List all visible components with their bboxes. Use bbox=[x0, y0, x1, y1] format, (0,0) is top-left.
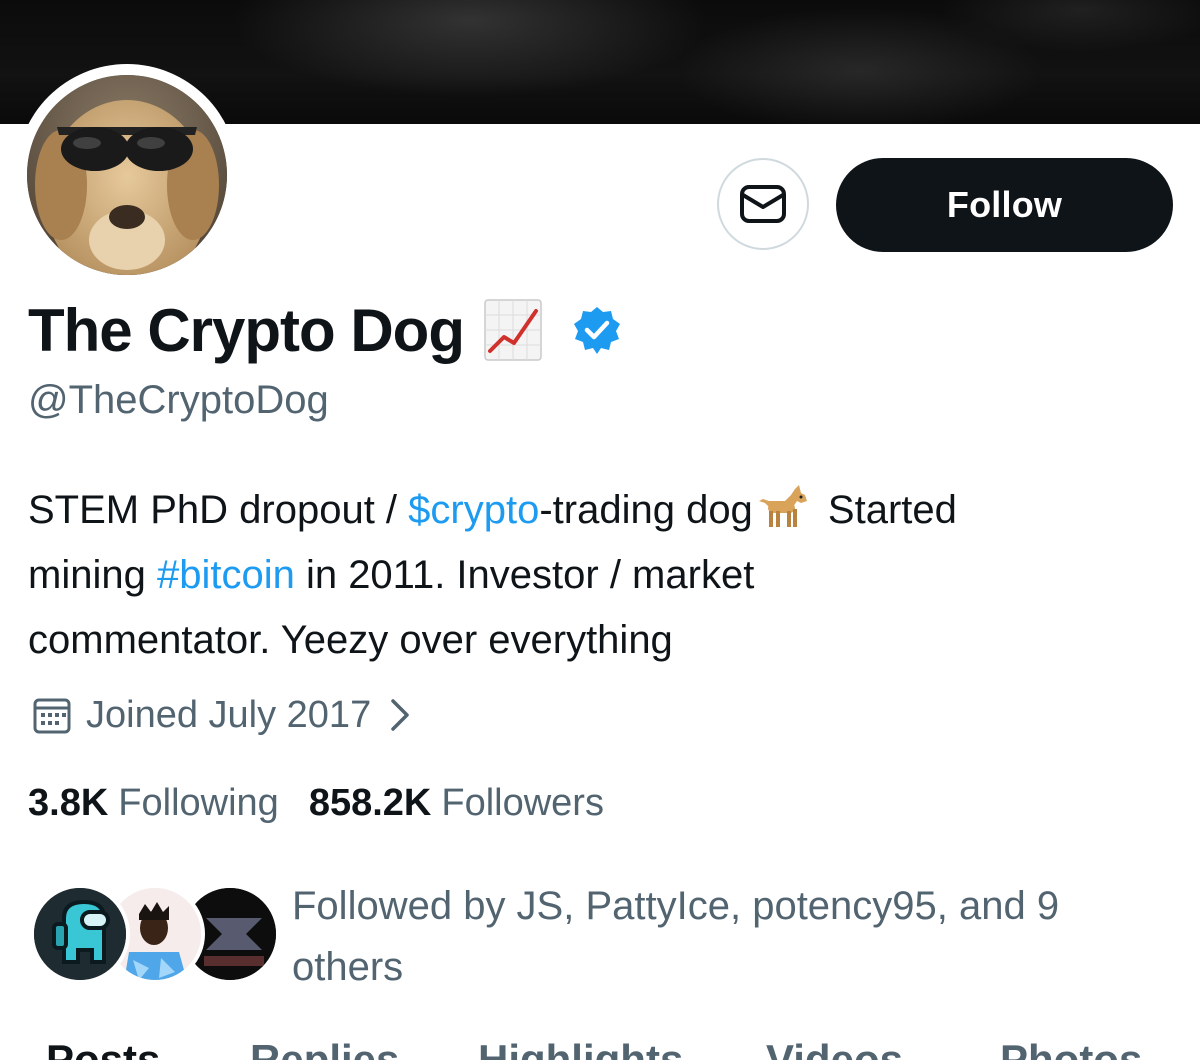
follower-avatar-1 bbox=[30, 884, 130, 984]
tab-highlights[interactable]: Highlights bbox=[478, 1036, 683, 1060]
bio-text: in 2011. Investor / market bbox=[294, 553, 755, 597]
following-label: Following bbox=[118, 781, 279, 824]
avatar[interactable] bbox=[27, 75, 227, 275]
followers-label: Followers bbox=[441, 781, 604, 824]
profile-bio: STEM PhD dropout / $crypto-trading dog S… bbox=[28, 478, 1178, 673]
name-row: The Crypto Dog bbox=[28, 290, 622, 370]
bio-text: -trading dog bbox=[539, 488, 753, 532]
bio-text: Started bbox=[816, 488, 957, 532]
follower-avatar-image bbox=[34, 888, 126, 980]
calendar-icon bbox=[33, 698, 71, 734]
tab-replies[interactable]: Replies bbox=[250, 1036, 399, 1060]
followers-stat[interactable]: 858.2K Followers bbox=[309, 782, 604, 825]
chart-increasing-emoji bbox=[484, 299, 542, 361]
follow-button[interactable]: Follow bbox=[836, 158, 1173, 252]
followed-by-row[interactable]: Followed by JS, PattyIce, potency95, and… bbox=[30, 876, 1180, 996]
envelope-icon bbox=[740, 185, 786, 223]
following-count: 3.8K bbox=[28, 781, 109, 824]
profile-handle: @TheCryptoDog bbox=[28, 378, 329, 422]
bio-text: commentator. Yeezy over everything bbox=[28, 618, 673, 662]
joined-date-row[interactable]: Joined July 2017 bbox=[32, 690, 411, 740]
bio-text: STEM PhD dropout / bbox=[28, 488, 409, 532]
message-button[interactable] bbox=[717, 158, 809, 250]
cashtag-link[interactable]: $crypto bbox=[408, 488, 539, 532]
following-stat[interactable]: 3.8K Following bbox=[28, 782, 279, 825]
tab-photos[interactable]: Photos bbox=[1000, 1036, 1142, 1060]
display-name: The Crypto Dog bbox=[28, 296, 465, 364]
hashtag-link[interactable]: #bitcoin bbox=[157, 553, 295, 597]
profile-tabs: Posts Replies Highlights Videos Photos bbox=[0, 1036, 1200, 1060]
follow-button-label: Follow bbox=[946, 184, 1063, 225]
dog-emoji bbox=[758, 485, 807, 527]
chevron-right-icon bbox=[391, 699, 409, 731]
profile-page: Follow The Crypto Dog @TheCryptoDog STEM… bbox=[0, 0, 1200, 1060]
verified-badge-icon[interactable] bbox=[572, 305, 622, 355]
tab-posts[interactable]: Posts bbox=[46, 1036, 160, 1060]
bio-text: mining bbox=[28, 553, 157, 597]
followers-count: 858.2K bbox=[308, 781, 432, 824]
joined-date: Joined July 2017 bbox=[86, 693, 372, 736]
followed-by-text: Followed by JS, PattyIce, potency95, and… bbox=[292, 884, 1060, 989]
tab-videos[interactable]: Videos bbox=[766, 1036, 903, 1060]
avatar-dog-image bbox=[27, 75, 227, 275]
follow-stats: 3.8K Following 858.2K Followers bbox=[28, 776, 604, 830]
